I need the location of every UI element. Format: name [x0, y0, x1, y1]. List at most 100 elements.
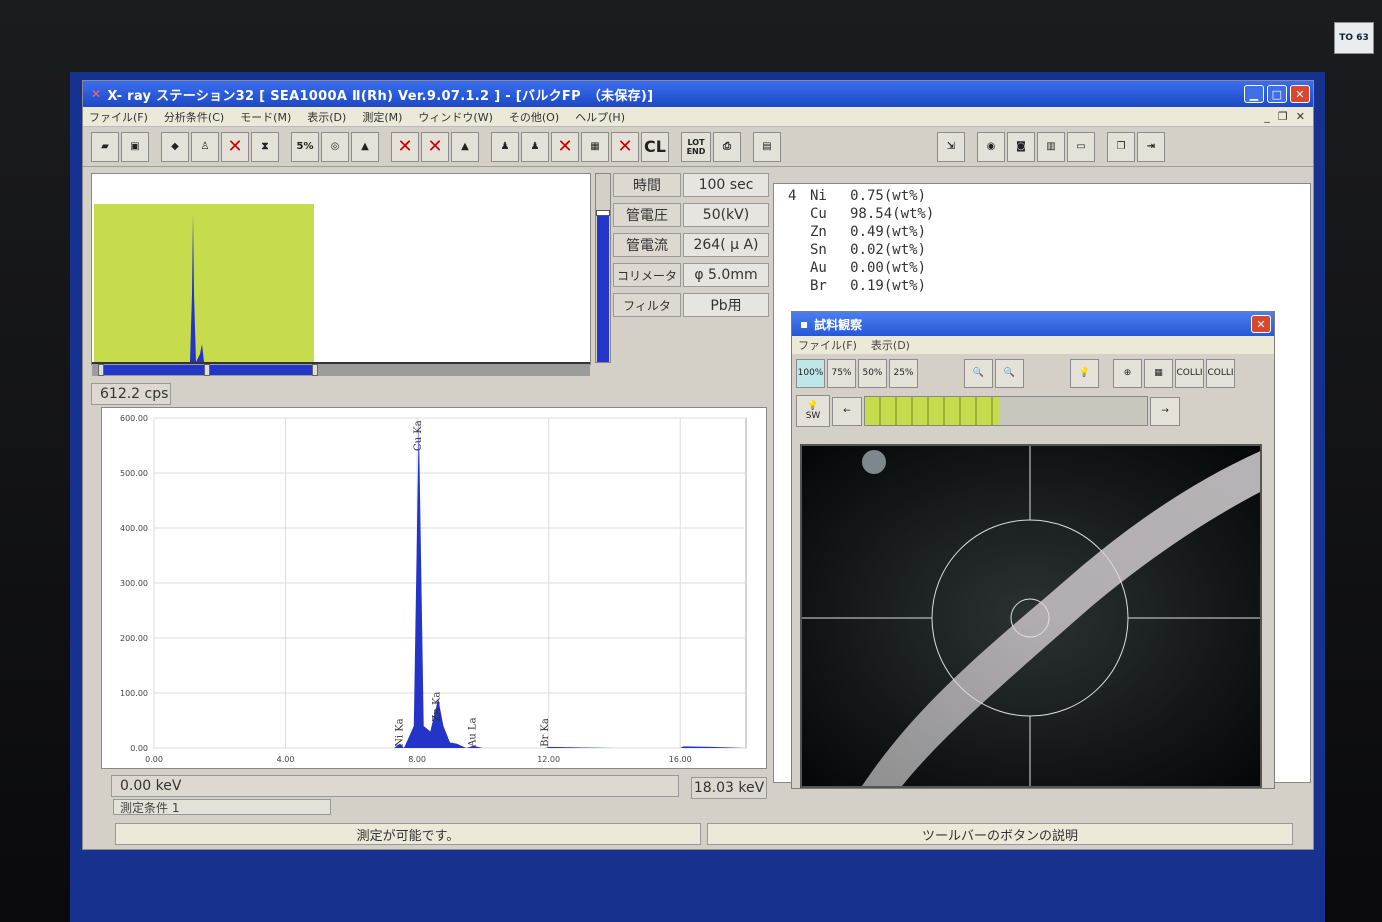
- zoom-100-button[interactable]: 100%: [796, 358, 825, 388]
- hourglass-icon[interactable]: ⧗: [251, 131, 279, 162]
- light-intensity-slider[interactable]: [864, 396, 1148, 426]
- disabled-x-icon-4[interactable]: ✕: [551, 131, 579, 162]
- x-tick-0: 0.00: [145, 755, 163, 764]
- camera-lens-icon[interactable]: ◉: [977, 131, 1005, 162]
- param-value-current: 264( μ A): [683, 233, 769, 257]
- log-spectrum-icon[interactable]: ▲: [451, 131, 479, 162]
- monitor-icon[interactable]: ▭: [1067, 131, 1095, 162]
- export-icon[interactable]: ⇲: [937, 131, 965, 162]
- overview-handle-left[interactable]: [98, 364, 104, 376]
- windows-icon[interactable]: ❐: [1107, 131, 1135, 162]
- param-value-collimator: φ 5.0mm: [683, 263, 769, 287]
- save-disk-icon[interactable]: ▣: [121, 131, 149, 162]
- peak-label-zn: Zn Ka: [431, 692, 442, 722]
- sample-view-titlebar[interactable]: ▪ 試料観察 ✕: [792, 312, 1274, 336]
- disabled-x-icon[interactable]: ✕: [221, 131, 249, 162]
- overview-range-highlight: [94, 204, 314, 364]
- mdi-restore-icon[interactable]: ❐: [1278, 110, 1288, 123]
- overview-handle-mid[interactable]: [204, 364, 210, 376]
- sample-icon[interactable]: ◆: [161, 131, 189, 162]
- y-tick-400: 400.00: [120, 524, 148, 533]
- mdi-minimize-icon[interactable]: _: [1264, 110, 1270, 123]
- sample-light-row: 💡 SW ← →: [792, 392, 1274, 430]
- print-icon[interactable]: ⎙: [713, 131, 741, 162]
- title-bar[interactable]: ✕ X- ray ステーション32 [ SEA1000A Ⅱ(Rh) Ver.9…: [83, 81, 1313, 107]
- menu-file[interactable]: ファイル(F): [89, 109, 148, 125]
- result-el: Br: [810, 278, 827, 294]
- x-tick-16: 16.00: [669, 755, 692, 764]
- disabled-x-icon-3[interactable]: ✕: [421, 131, 449, 162]
- collimator-button[interactable]: COLLI: [1175, 358, 1204, 388]
- operator-icon-2[interactable]: ♟: [521, 131, 549, 162]
- result-el: Zn: [810, 224, 827, 240]
- sample-spot: [862, 450, 886, 474]
- overview-scrollbar[interactable]: [92, 364, 590, 376]
- vertical-scale[interactable]: [595, 173, 611, 363]
- camera-view[interactable]: [800, 444, 1262, 788]
- maximize-button[interactable]: □: [1267, 85, 1287, 103]
- slider-left-arrow-icon[interactable]: ←: [832, 396, 862, 426]
- person-lab-icon[interactable]: ♙: [191, 131, 219, 162]
- light-switch-button[interactable]: 💡 SW: [796, 395, 830, 427]
- spectrum-icon[interactable]: ▲: [351, 131, 379, 162]
- vertical-scale-thumb[interactable]: [596, 210, 610, 216]
- tab-condition-1[interactable]: 測定条件 1: [113, 799, 331, 815]
- zoom-50-button[interactable]: 50%: [858, 358, 887, 388]
- overview-spectrum[interactable]: [91, 173, 591, 376]
- param-label-collimator: コリメータ: [613, 263, 681, 287]
- zoom-75-button[interactable]: 75%: [827, 358, 856, 388]
- y-tick-500: 500.00: [120, 469, 148, 478]
- lot-end-button[interactable]: LOT END: [681, 131, 711, 162]
- result-el: Ni: [810, 188, 827, 204]
- zoom-25-button[interactable]: 25%: [889, 358, 918, 388]
- exit-icon[interactable]: ⇥: [1137, 131, 1165, 162]
- menu-analysis[interactable]: 分析条件(C): [164, 109, 224, 125]
- x-tick-12: 12.00: [537, 755, 560, 764]
- keyboard-icon[interactable]: ▦: [581, 131, 609, 162]
- sample-menu-file[interactable]: ファイル(F): [798, 337, 857, 353]
- magnify-2-icon[interactable]: 🔍: [995, 358, 1024, 388]
- result-val: 98.54(wt%): [850, 206, 935, 222]
- ruler-icon[interactable]: ▦: [1144, 358, 1173, 388]
- result-prefix: 4: [788, 188, 797, 204]
- sample-view-toolbar: 100% 75% 50% 25% 🔍 🔍 💡 ⊕ ▦ COLLI COLLI: [792, 354, 1274, 392]
- minimize-button[interactable]: ▁: [1244, 85, 1264, 103]
- menu-bar: ファイル(F) 分析条件(C) モード(M) 表示(D) 測定(M) ウィンドウ…: [83, 107, 1313, 127]
- peak-label-ni: Ni Ka: [394, 718, 405, 747]
- menu-help[interactable]: ヘルプ(H): [575, 109, 625, 125]
- report-icon[interactable]: ▤: [753, 131, 781, 162]
- disabled-x-icon-5[interactable]: ✕: [611, 131, 639, 162]
- crosshair-icon[interactable]: ⊕: [1113, 358, 1142, 388]
- menu-measure[interactable]: 測定(M): [362, 109, 402, 125]
- menu-window[interactable]: ウィンドウ(W): [418, 109, 492, 125]
- sample-menu-view[interactable]: 表示(D): [871, 337, 910, 353]
- mdi-close-icon[interactable]: ✕: [1296, 110, 1305, 123]
- spectrum-svg: 600.00 500.00 400.00 300.00 200.00 100.0…: [120, 414, 747, 764]
- disabled-x-icon-2[interactable]: ✕: [391, 131, 419, 162]
- app-icon: ✕: [91, 87, 102, 101]
- overview-handle-right[interactable]: [312, 364, 318, 376]
- camera-icon[interactable]: ◙: [1007, 131, 1035, 162]
- result-el: Sn: [810, 242, 827, 258]
- layout-icon[interactable]: ▥: [1037, 131, 1065, 162]
- monitor-sticker: TO 63: [1334, 22, 1374, 54]
- collimator-button-2[interactable]: COLLI: [1206, 358, 1235, 388]
- param-label-current: 管電流: [613, 233, 681, 257]
- operator-icon[interactable]: ♟: [491, 131, 519, 162]
- slider-right-arrow-icon[interactable]: →: [1150, 396, 1180, 426]
- open-folder-icon[interactable]: ▰: [91, 131, 119, 162]
- zoom-5-icon[interactable]: 5%: [291, 131, 319, 162]
- close-button[interactable]: ✕: [1290, 85, 1310, 103]
- menu-other[interactable]: その他(O): [509, 109, 559, 125]
- spectrum-chart[interactable]: 600.00 500.00 400.00 300.00 200.00 100.0…: [101, 407, 767, 769]
- light-bulb-icon[interactable]: 💡: [1070, 358, 1099, 388]
- menu-mode[interactable]: モード(M): [240, 109, 291, 125]
- y-tick-600: 600.00: [120, 414, 148, 423]
- x-tick-labels: 0.00 4.00 8.00 12.00 16.00: [145, 755, 692, 764]
- cl-button[interactable]: CL: [641, 131, 669, 162]
- left-energy-readout: 0.00 keV: [111, 775, 679, 797]
- zoom-auto-icon[interactable]: ◎: [321, 131, 349, 162]
- menu-view[interactable]: 表示(D): [307, 109, 346, 125]
- sample-view-close-button[interactable]: ✕: [1251, 315, 1271, 333]
- magnify-1-icon[interactable]: 🔍: [964, 358, 993, 388]
